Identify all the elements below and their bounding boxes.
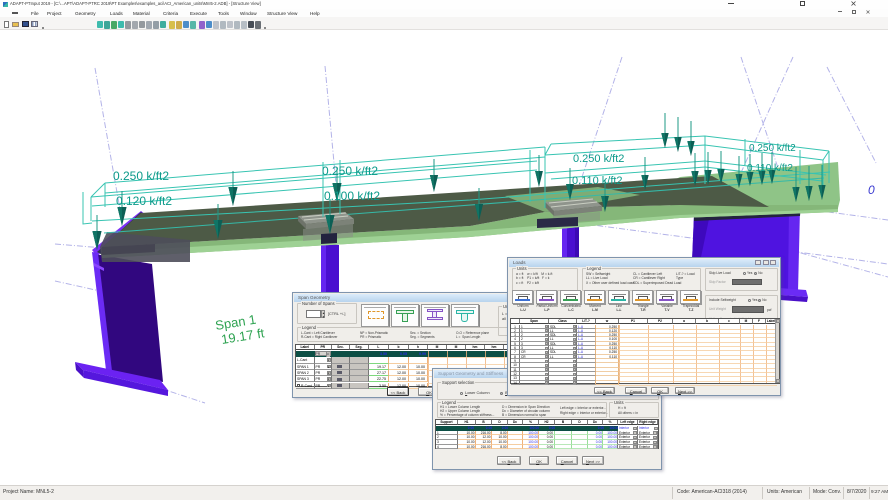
svg-text:0: 0 [868,183,875,197]
svg-text:0.250 k/ft2: 0.250 k/ft2 [322,164,378,178]
svg-text:0.250 k/ft2: 0.250 k/ft2 [749,143,796,154]
svg-text:0.250 k/ft2: 0.250 k/ft2 [573,153,624,165]
svg-text:0.110 k/ft2: 0.110 k/ft2 [747,163,793,174]
svg-text:0.120 k/ft2: 0.120 k/ft2 [116,194,172,208]
svg-text:0.250 k/ft2: 0.250 k/ft2 [113,169,169,183]
svg-text:0.100 k/ft2: 0.100 k/ft2 [324,189,380,203]
svg-text:0.110 k/ft2: 0.110 k/ft2 [572,175,623,187]
